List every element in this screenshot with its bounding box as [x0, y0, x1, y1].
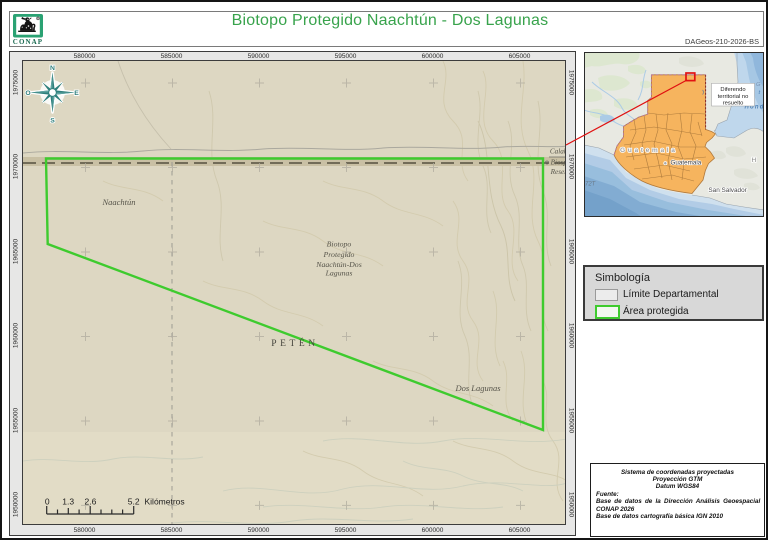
svg-text:G: G — [756, 82, 761, 88]
svg-text:E: E — [74, 90, 79, 97]
svg-text:Biosp: Biosp — [551, 159, 566, 167]
svg-text:2.6: 2.6 — [84, 497, 96, 507]
svg-text:Calak: Calak — [550, 148, 566, 156]
svg-text:N: N — [50, 65, 55, 72]
svg-text:Guatemala: Guatemala — [620, 147, 678, 154]
svg-text:Guatemala: Guatemala — [671, 160, 702, 167]
svg-text:Reser: Reser — [550, 168, 566, 176]
svg-text:R: R — [37, 17, 39, 21]
svg-text:0: 0 — [45, 497, 50, 507]
svg-text:Diferendo: Diferendo — [720, 87, 745, 93]
svg-text:territorial no: territorial no — [718, 94, 749, 100]
svg-text:1.3: 1.3 — [62, 497, 74, 507]
svg-text:Protegido: Protegido — [323, 250, 355, 259]
svg-text:5.2: 5.2 — [128, 497, 140, 507]
svg-text:72T: 72T — [585, 182, 597, 188]
svg-text:Dos Lagunas: Dos Lagunas — [454, 383, 501, 393]
svg-text:PETÉN: PETÉN — [271, 337, 319, 349]
svg-text:resuelto: resuelto — [723, 100, 744, 106]
svg-text:S: S — [50, 118, 55, 125]
svg-text:H o: H o — [752, 157, 765, 164]
svg-text:Naachtún: Naachtún — [101, 197, 135, 207]
svg-text:O: O — [25, 90, 30, 97]
svg-text:Kilómetros: Kilómetros — [145, 497, 185, 507]
svg-text:Lagunas: Lagunas — [325, 269, 353, 278]
svg-text:Naachtún-Dos: Naachtún-Dos — [315, 260, 361, 269]
svg-text:San Salvador: San Salvador — [708, 187, 747, 194]
svg-text:Biotopo: Biotopo — [327, 240, 352, 249]
